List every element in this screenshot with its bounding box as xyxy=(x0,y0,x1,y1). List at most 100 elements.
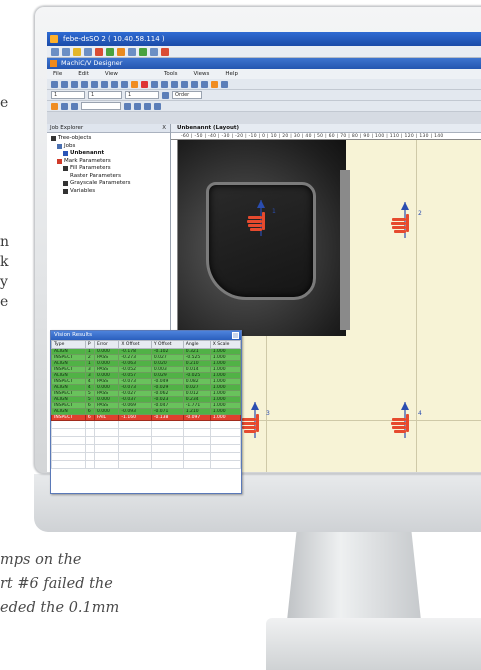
fit-icon[interactable] xyxy=(124,102,131,110)
table-cell xyxy=(84,436,95,445)
close-icon[interactable] xyxy=(232,332,239,339)
window-title: febe-dsSO 2 ( 10.40.58.114 ) xyxy=(63,35,165,43)
redo-icon[interactable] xyxy=(121,80,128,88)
window-titlebar[interactable]: febe-dsSO 2 ( 10.40.58.114 ) xyxy=(47,32,481,46)
menu-edit[interactable]: Edit xyxy=(78,69,89,79)
grid-icon[interactable] xyxy=(150,47,158,56)
zoom-in-icon[interactable] xyxy=(151,80,158,88)
select-icon[interactable] xyxy=(51,102,58,110)
run-icon[interactable] xyxy=(106,47,114,56)
circle-icon[interactable] xyxy=(201,80,208,88)
snap-icon[interactable] xyxy=(144,102,151,110)
stop-icon[interactable] xyxy=(95,47,103,56)
zoom-out-icon[interactable] xyxy=(161,80,168,88)
column-header[interactable]: Y Offset xyxy=(150,340,184,349)
page: e n k y e mps on the rt #6 failed the ed… xyxy=(0,0,481,670)
pointer-icon[interactable] xyxy=(61,102,68,110)
angle-field[interactable]: 1 xyxy=(125,91,159,99)
table-header-row: Type P Error X Offset Y Offset Angle X S… xyxy=(51,340,242,349)
tree-item-grayscale-parameters[interactable]: Grayscale Parameters xyxy=(51,180,170,188)
copy-icon[interactable] xyxy=(91,80,98,88)
table-cell xyxy=(209,444,242,453)
tree-item-job[interactable]: Unbenannt xyxy=(51,150,170,158)
settings-icon[interactable] xyxy=(161,47,169,56)
tree-item-label: Variables xyxy=(70,187,96,194)
pan-icon[interactable] xyxy=(71,102,78,110)
fill-icon xyxy=(63,166,68,172)
vision-results-table: Type P Error X Offset Y Offset Angle X S… xyxy=(51,340,242,469)
new-icon[interactable] xyxy=(51,47,59,56)
tree-item-raster-parameters[interactable]: Raster Parameters xyxy=(51,173,170,181)
open-doc-icon[interactable] xyxy=(61,80,68,88)
vision-tool-2[interactable] xyxy=(388,200,422,240)
layer-icon[interactable] xyxy=(154,102,161,110)
save-doc-icon[interactable] xyxy=(71,80,78,88)
marking-icon[interactable] xyxy=(131,80,138,88)
size-field[interactable]: 1 xyxy=(88,91,122,99)
save-icon[interactable] xyxy=(84,47,92,56)
order-field[interactable]: Order xyxy=(172,91,202,99)
menu-file[interactable]: File xyxy=(53,69,62,79)
vision-results-title: Vision Results xyxy=(54,332,93,338)
camera-icon[interactable] xyxy=(128,47,136,56)
column-header[interactable]: X Offset xyxy=(118,340,152,349)
drawing-toolbar xyxy=(47,101,481,112)
tree-item-mark-parameters[interactable]: Mark Parameters xyxy=(51,158,170,166)
tree-item-jobs[interactable]: Jobs xyxy=(51,143,170,151)
cut-icon[interactable] xyxy=(81,80,88,88)
zoom-field[interactable] xyxy=(81,102,121,110)
folder-icon[interactable] xyxy=(73,47,81,56)
paste-icon[interactable] xyxy=(101,80,108,88)
column-header[interactable]: Error xyxy=(93,340,120,349)
horizontal-ruler: -60 | -50 | -40 | -30 | -20 | -10 | 0 | … xyxy=(171,133,481,140)
align-icon[interactable] xyxy=(162,91,169,99)
undo-icon[interactable] xyxy=(111,80,118,88)
table-cell xyxy=(150,452,184,461)
tree-item-label: Raster Parameters xyxy=(70,172,121,179)
column-header[interactable]: Type xyxy=(51,340,86,349)
tree-item-label: Tree-objects xyxy=(58,135,92,141)
close-icon[interactable]: X xyxy=(162,124,166,132)
menu-view[interactable]: View xyxy=(105,69,118,79)
barcode-icon[interactable] xyxy=(211,80,218,88)
caption-line-1: mps on the xyxy=(0,552,82,568)
monitor-stand-neck xyxy=(286,528,422,630)
line-icon[interactable] xyxy=(181,80,188,88)
column-header[interactable]: P xyxy=(84,340,95,349)
table-cell xyxy=(51,436,86,445)
tree-item-root[interactable]: Tree-objects xyxy=(51,135,170,143)
record-icon[interactable] xyxy=(141,80,148,88)
menu-views[interactable]: Views xyxy=(194,69,210,79)
table-cell xyxy=(209,452,242,461)
new-doc-icon[interactable] xyxy=(51,80,58,88)
tree-item-variables[interactable]: Variables xyxy=(51,188,170,196)
empty-row xyxy=(51,420,242,429)
table-cell xyxy=(209,436,242,445)
caption: mps on the rt #6 failed the eded the 0.1… xyxy=(0,548,119,620)
column-header[interactable]: X Scale xyxy=(209,340,242,349)
vision-tool-3[interactable] xyxy=(238,400,272,440)
part-edge xyxy=(340,170,350,330)
open-icon[interactable] xyxy=(62,47,70,56)
vision-tool-4[interactable] xyxy=(388,400,422,440)
vision-results-titlebar[interactable]: Vision Results xyxy=(51,331,241,340)
empty-row xyxy=(51,428,242,437)
grid-toggle-icon[interactable] xyxy=(134,102,141,110)
vision-results-body: ALIGN 1 0.000 -0.178 -0.102 0.321 1.000 INSPECT… xyxy=(51,348,242,469)
rect-icon[interactable] xyxy=(191,80,198,88)
image-icon[interactable] xyxy=(221,80,228,88)
position-field[interactable]: 1 xyxy=(51,91,85,99)
menu-help[interactable]: Help xyxy=(225,69,238,79)
column-header[interactable]: Angle xyxy=(182,340,211,349)
tree-item-fill-parameters[interactable]: Fill Parameters xyxy=(51,165,170,173)
text-icon[interactable] xyxy=(171,80,178,88)
vision-tool-1[interactable] xyxy=(244,198,278,238)
document-tab[interactable]: Unbenannt (Layout) xyxy=(171,124,481,133)
laser-icon[interactable] xyxy=(117,47,125,56)
empty-row xyxy=(51,444,242,453)
designer-titlebar[interactable]: MachiC/V Designer xyxy=(47,58,481,69)
menu-tools[interactable]: Tools xyxy=(164,69,178,79)
table-cell xyxy=(182,436,211,445)
vision-icon[interactable] xyxy=(139,47,147,56)
tree-item-label: Fill Parameters xyxy=(70,165,111,171)
